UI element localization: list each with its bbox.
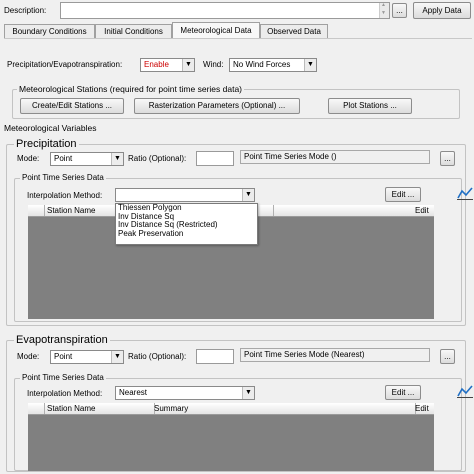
evap-grid-header: Station Name Summary Edit xyxy=(28,403,434,415)
precip-grid-row-header xyxy=(28,205,45,216)
evap-ratio-label: Ratio (Optional): xyxy=(128,352,187,361)
precip-browse-button[interactable]: ... xyxy=(440,151,455,166)
precipitation-legend: Precipitation xyxy=(14,138,79,150)
evap-pts-legend: Point Time Series Data xyxy=(20,373,106,383)
chevron-down-icon[interactable]: ▼ xyxy=(242,387,254,399)
scroll-up-icon[interactable]: ▲ xyxy=(381,2,386,8)
evap-col-edit[interactable]: Edit xyxy=(412,403,437,414)
wind-select[interactable]: No Wind Forces ▼ xyxy=(229,58,317,72)
evapotranspiration-legend: Evapotranspiration xyxy=(14,334,110,346)
evap-browse-button[interactable]: ... xyxy=(440,349,455,364)
chevron-down-icon[interactable]: ▼ xyxy=(242,189,254,201)
scroll-down-icon[interactable]: ▼ xyxy=(381,10,386,16)
precip-ratio-label: Ratio (Optional): xyxy=(128,154,187,163)
description-field[interactable]: ▲ ▼ xyxy=(60,2,390,19)
evap-mode-label: Mode: xyxy=(17,352,40,361)
tab-initial-conditions[interactable]: Initial Conditions xyxy=(95,24,172,38)
precip-mode-select[interactable]: Point ▼ xyxy=(50,152,124,166)
precip-evap-label: Precipitation/Evapotranspiration: xyxy=(7,60,123,69)
met-variables-label: Meteorological Variables xyxy=(4,123,97,133)
evap-col-summary[interactable]: Summary xyxy=(151,403,416,414)
evap-grid-row-header xyxy=(28,403,45,414)
precip-col-edit[interactable]: Edit xyxy=(412,205,437,216)
evap-mode-display: Point Time Series Mode (Nearest) xyxy=(240,348,430,362)
rasterization-parameters-button[interactable]: Rasterization Parameters (Optional) ... xyxy=(134,98,300,114)
description-label: Description: xyxy=(4,6,47,15)
chevron-down-icon[interactable]: ▼ xyxy=(111,351,123,363)
wind-label: Wind: xyxy=(203,60,224,69)
tab-boundary-conditions[interactable]: Boundary Conditions xyxy=(4,24,95,38)
precip-ratio-input[interactable] xyxy=(196,151,234,166)
tab-observed-data[interactable]: Observed Data xyxy=(260,24,328,38)
description-browse-button[interactable]: ... xyxy=(392,3,407,18)
description-scrollbar[interactable]: ▲ ▼ xyxy=(379,2,389,18)
evap-edit-button[interactable]: Edit ... xyxy=(385,385,421,400)
evap-interp-select[interactable]: Nearest ▼ xyxy=(115,386,255,400)
precip-edit-button[interactable]: Edit ... xyxy=(385,187,421,202)
evap-mode-select[interactable]: Point ▼ xyxy=(50,350,124,364)
tab-meteorological-data[interactable]: Meteorological Data xyxy=(172,22,260,38)
tab-underline xyxy=(4,38,472,39)
precip-evap-value: Enable xyxy=(144,60,169,69)
chevron-down-icon[interactable]: ▼ xyxy=(182,59,194,71)
precip-mode-display: Point Time Series Mode () xyxy=(240,150,430,164)
evap-ratio-input[interactable] xyxy=(196,349,234,364)
precip-pts-legend: Point Time Series Data xyxy=(20,173,106,183)
evap-interp-value: Nearest xyxy=(119,388,148,397)
line-chart-icon[interactable] xyxy=(456,185,474,201)
create-edit-stations-button[interactable]: Create/Edit Stations ... xyxy=(20,98,124,114)
chevron-down-icon[interactable]: ▼ xyxy=(111,153,123,165)
precip-interp-label: Interpolation Method: xyxy=(27,191,103,200)
line-chart-icon[interactable] xyxy=(456,383,474,399)
precip-mode-value: Point xyxy=(54,154,73,163)
evap-interp-label: Interpolation Method: xyxy=(27,389,103,398)
precip-mode-label: Mode: xyxy=(17,154,40,163)
precip-interp-select[interactable]: ▼ xyxy=(115,188,255,202)
evap-mode-value: Point xyxy=(54,352,73,361)
dropdown-option[interactable]: Peak Preservation xyxy=(116,229,257,239)
wind-value: No Wind Forces xyxy=(233,60,291,69)
apply-data-button[interactable]: Apply Data xyxy=(413,2,471,19)
precip-evap-select[interactable]: Enable ▼ xyxy=(140,58,195,72)
stations-legend: Meteorological Stations (required for po… xyxy=(17,84,244,94)
plot-stations-button[interactable]: Plot Stations ... xyxy=(328,98,412,114)
evap-col-station-name[interactable]: Station Name xyxy=(44,403,155,414)
chevron-down-icon[interactable]: ▼ xyxy=(304,59,316,71)
interp-method-dropdown[interactable]: Thiessen Polygon Inv Distance Sq Inv Dis… xyxy=(115,203,258,245)
